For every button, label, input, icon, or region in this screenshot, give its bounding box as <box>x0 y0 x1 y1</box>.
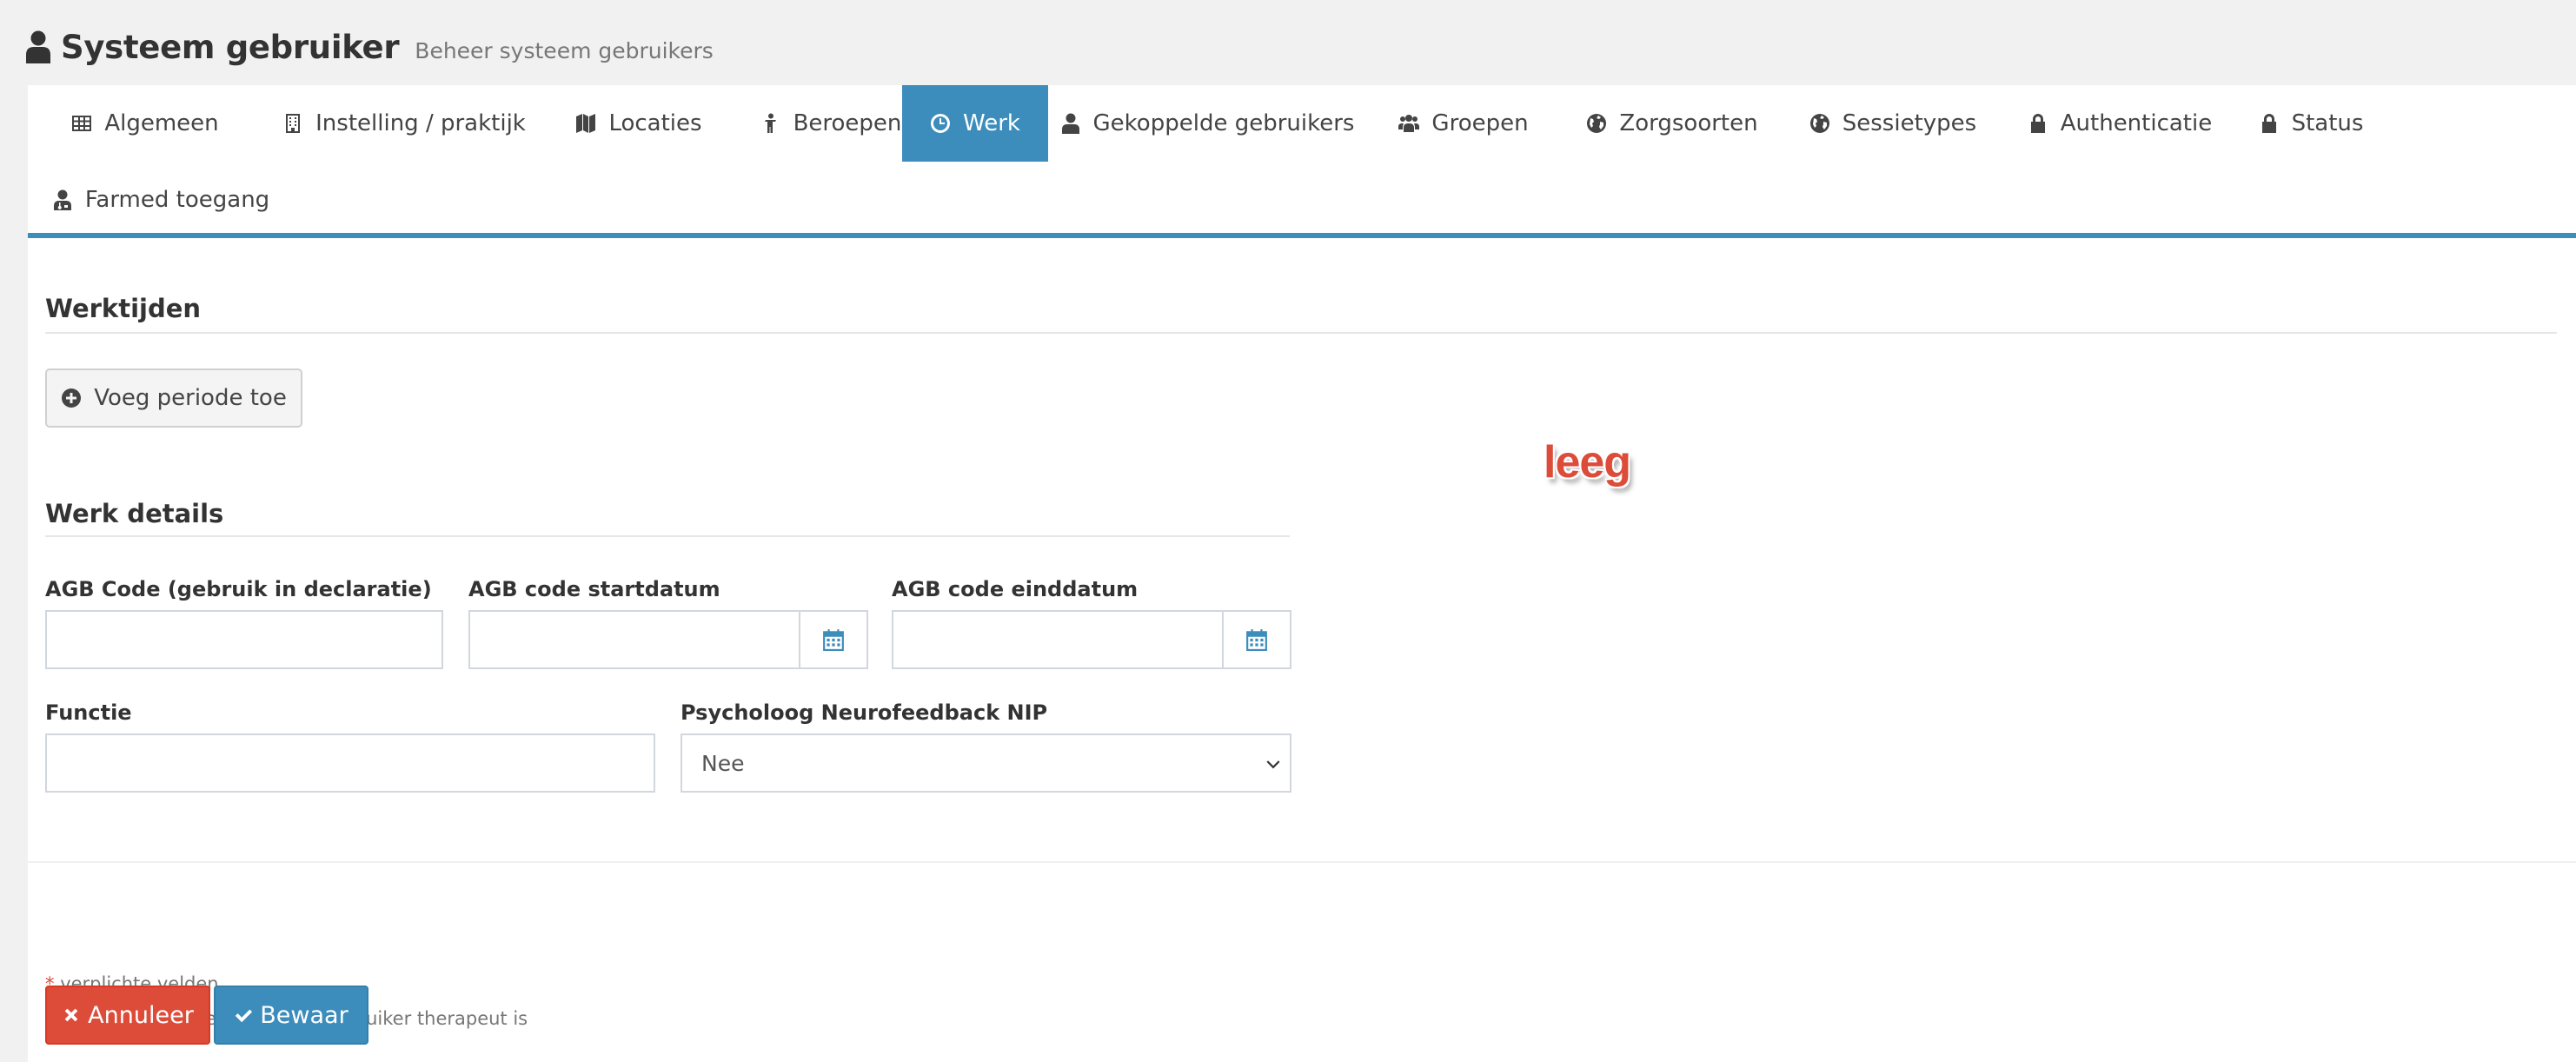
add-period-label: Voeg periode toe <box>94 385 287 411</box>
user-md-icon <box>53 189 71 210</box>
tab-label: Farmed toegang <box>84 187 270 213</box>
tab-status[interactable]: Status <box>2237 85 2385 162</box>
page-title: Systeem gebruiker <box>61 28 400 66</box>
tab-algemeen[interactable]: Algemeen <box>28 85 262 162</box>
calendar-icon <box>1246 629 1267 651</box>
tab-label: Gekoppelde gebruikers <box>1092 110 1355 136</box>
tab-authenticatie[interactable]: Authenticatie <box>2002 85 2237 162</box>
footer-divider <box>28 861 2576 863</box>
section-divider <box>45 332 2557 334</box>
check-icon <box>236 1009 253 1023</box>
work-details-title: Werk details <box>45 499 224 528</box>
tab-farmed-toegang[interactable]: Farmed toegang <box>28 162 294 238</box>
agb-start-date-input[interactable] <box>468 610 800 669</box>
user-icon <box>1061 113 1079 134</box>
tab-gekoppelde-gebruikers[interactable]: Gekoppelde gebruikers <box>1048 85 1366 162</box>
save-button[interactable]: Bewaar <box>214 986 368 1045</box>
calendar-icon <box>823 629 844 651</box>
tab-werk[interactable]: Werk <box>902 85 1048 162</box>
tab-label: Werk <box>963 110 1020 136</box>
tab-label: Groepen <box>1431 110 1529 136</box>
agb-end-calendar-button[interactable] <box>1224 610 1291 669</box>
globe-icon <box>1809 114 1829 133</box>
globe-icon <box>1587 114 1607 133</box>
page-subtitle: Beheer systeem gebruikers <box>415 37 714 63</box>
save-button-label: Bewaar <box>260 1001 349 1029</box>
lock-icon <box>2030 114 2045 133</box>
user-panel: Algemeen Instelling / praktijk Locaties … <box>28 85 2576 1062</box>
cancel-button[interactable]: Annuleer <box>45 986 210 1045</box>
worktimes-title: Werktijden <box>45 294 202 323</box>
add-period-button[interactable]: Voeg periode toe <box>45 368 302 428</box>
tab-groepen[interactable]: Groepen <box>1366 85 1561 162</box>
tab-label: Sessietypes <box>1842 110 1977 136</box>
users-icon <box>1398 115 1420 132</box>
table-icon <box>72 116 92 131</box>
section-divider <box>45 535 1290 537</box>
tab-label: Instelling / praktijk <box>315 110 526 136</box>
chevron-down-icon <box>1266 760 1280 769</box>
agb-end-date-input[interactable] <box>892 610 1224 669</box>
user-icon <box>26 30 50 63</box>
map-icon <box>576 114 596 133</box>
tab-sessietypes[interactable]: Sessietypes <box>1783 85 2002 162</box>
cancel-button-label: Annuleer <box>88 1001 194 1029</box>
agb-code-label: AGB Code (gebruik in declaratie) <box>45 577 432 601</box>
close-icon <box>64 1008 78 1022</box>
nip-label: Psycholoog Neurofeedback NIP <box>681 700 1048 725</box>
tab-instelling-praktijk[interactable]: Instelling / praktijk <box>262 85 546 162</box>
tab-label: Status <box>2291 110 2364 136</box>
tab-beroepen[interactable]: Beroepen <box>732 85 930 162</box>
agb-code-input[interactable] <box>45 610 443 669</box>
lock-icon <box>2261 114 2276 133</box>
tab-zorgsoorten[interactable]: Zorgsoorten <box>1561 85 1783 162</box>
tab-label: Zorgsoorten <box>1619 110 1758 136</box>
tab-label: Locaties <box>608 110 702 136</box>
agb-start-calendar-button[interactable] <box>800 610 868 669</box>
plus-circle-icon <box>62 388 82 408</box>
tab-bar: Algemeen Instelling / praktijk Locaties … <box>28 85 2576 238</box>
nip-selected-value: Nee <box>701 750 745 776</box>
empty-indicator: leeg <box>1544 437 1631 488</box>
nip-select[interactable]: Nee <box>681 733 1291 793</box>
page-header: Systeem gebruiker Beheer systeem gebruik… <box>26 21 714 73</box>
tab-label: Algemeen <box>104 110 219 136</box>
tab-locaties[interactable]: Locaties <box>546 85 732 162</box>
function-input[interactable] <box>45 733 655 793</box>
building-icon <box>286 114 301 133</box>
clock-icon <box>931 114 951 133</box>
agb-start-label: AGB code startdatum <box>468 577 720 601</box>
tab-label: Authenticatie <box>2060 110 2213 136</box>
tab-label: Beroepen <box>793 110 902 136</box>
agb-end-label: AGB code einddatum <box>892 577 1139 601</box>
function-label: Functie <box>45 700 132 725</box>
person-icon <box>764 113 776 133</box>
